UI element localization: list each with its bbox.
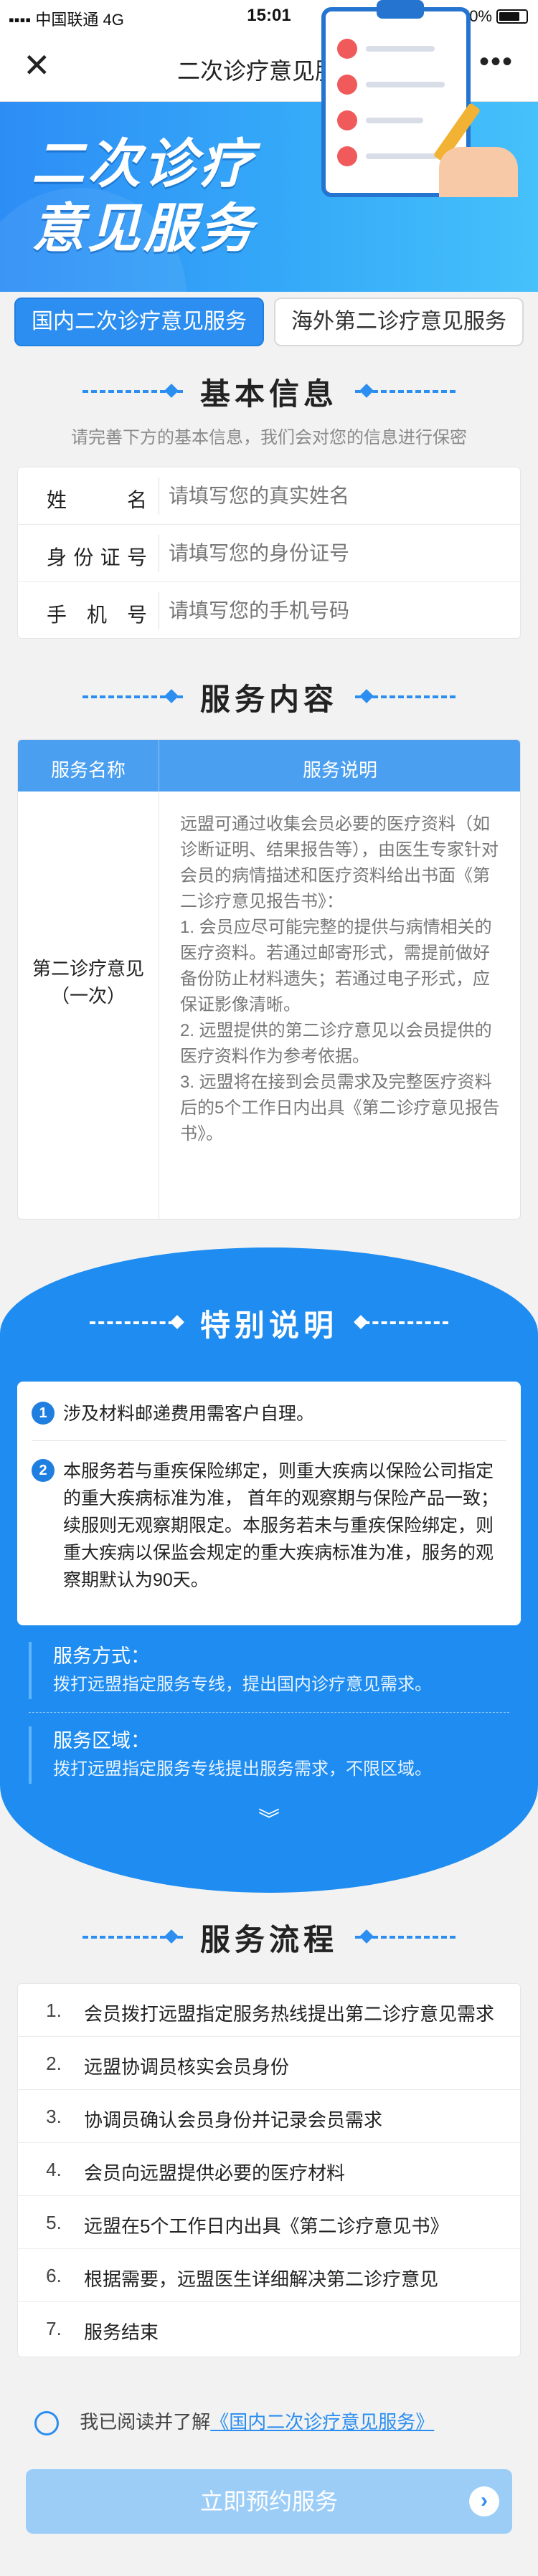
service-content-heading-wrap: 服务内容 <box>0 675 538 719</box>
process-step: 3. 协调员确认会员身份并记录会员需求 <box>18 2090 522 2143</box>
process-step: 5. 远盟在5个工作日内出具《第二诊疗意见书》 <box>18 2196 522 2249</box>
phone-label: 手机号 <box>47 604 147 626</box>
col-service-desc: 服务说明 <box>302 759 377 781</box>
heading-diamond-icon <box>354 1315 368 1329</box>
name-row: 姓名 <box>18 467 522 525</box>
process-step: 7. 服务结束 <box>46 2318 159 2343</box>
clipboard-row <box>337 36 445 63</box>
agreement-prefix: 我已阅读并了解 <box>80 2411 211 2433</box>
service-description: 远盟可通过收集会员必要的医疗资料（如诊断证明、结果报告等），由医生专家针对会员的… <box>180 812 503 1147</box>
basic-info-heading: 基本信息 <box>82 370 456 414</box>
tab-domestic[interactable]: 国内二次诊疗意见服务 <box>14 298 264 346</box>
book-service-label: 立即预约服务 <box>199 2489 338 2514</box>
table-header: 服务名称 服务说明 <box>18 740 520 792</box>
process-heading: 服务流程 <box>82 1916 456 1959</box>
name-label: 姓名 <box>47 489 147 511</box>
service-name-line2: （一次） <box>50 985 126 1007</box>
heading-diamond-icon <box>359 1929 374 1944</box>
agreement-link[interactable]: 《国内二次诊疗意见服务》 <box>210 2411 434 2433</box>
note-number: 2 <box>32 1459 55 1482</box>
process-step: 4. 会员向远盟提供必要的医疗材料 <box>18 2143 522 2196</box>
service-method-desc: 拨打远盟指定服务专线，提出国内诊疗意见需求。 <box>53 1675 432 1694</box>
book-service-button[interactable]: 立即预约服务 › <box>26 2469 512 2534</box>
service-content-heading: 服务内容 <box>82 675 456 719</box>
heading-diamond-icon <box>359 689 374 703</box>
agree-radio[interactable] <box>34 2411 59 2436</box>
banner-title: 二次诊疗 意见服务 <box>32 132 255 261</box>
chevron-down-icon[interactable]: ︾ <box>255 1810 283 1831</box>
service-name-line1: 第二诊疗意见 <box>32 958 144 979</box>
id-row: 身份证号 <box>18 525 522 582</box>
note-item: 1 涉及材料邮递费用需客户自理。 <box>32 1400 508 1427</box>
clipboard-row <box>337 143 445 171</box>
process-step: 2. 远盟协调员核实会员身份 <box>18 2037 522 2090</box>
phone-input[interactable] <box>169 595 506 627</box>
clipboard-row <box>337 108 445 135</box>
service-name: 第二诊疗意见 （一次） <box>18 955 159 1009</box>
basic-info-form: 姓名 身份证号 手机号 <box>17 467 522 640</box>
process-step: 1. 会员拨打远盟指定服务热线提出第二诊疗意见需求 <box>18 1984 522 2037</box>
clipboard-row <box>337 72 445 99</box>
arrow-right-icon: › <box>469 2486 499 2516</box>
note-text: 本服务若与重疾保险绑定，则重大疾病以保险公司指定的重大疾病标准为准， 首年的观察… <box>63 1461 499 1590</box>
process-list: 1. 会员拨打远盟指定服务热线提出第二诊疗意见需求 2. 远盟协调员核实会员身份 3… <box>17 1983 522 2357</box>
service-area-title: 服务区域： <box>53 1730 150 1752</box>
basic-info-heading-wrap: 基本信息 <box>0 370 538 414</box>
hand-illustration <box>439 147 518 197</box>
service-table: 服务名称 服务说明 第二诊疗意见 （一次） 远盟可通过收集会员必要的医疗资料（如… <box>17 739 521 1220</box>
phone-row: 手机号 <box>18 582 522 640</box>
process-step: 6. 根据需要，远盟医生详细解决第二诊疗意见 <box>18 2249 522 2302</box>
heading-diamond-icon <box>359 384 374 398</box>
basic-info-subtitle: 请完善下方的基本信息，我们会对您的信息进行保密 <box>71 428 467 447</box>
service-method: 服务方式： 拨打远盟指定服务专线，提出国内诊疗意见需求。 <box>29 1642 516 1699</box>
name-input[interactable] <box>169 480 506 512</box>
service-area-desc: 拨打远盟指定服务专线提出服务需求，不限区域。 <box>53 1759 432 1779</box>
special-notes-heading-wrap: 特别说明 <box>0 1301 538 1345</box>
service-method-title: 服务方式： <box>53 1645 150 1667</box>
desc-paragraph: 1. 会员应尽可能完整的提供与病情相关的医疗资料。若通过邮寄形式，需提前做好备份… <box>180 918 492 1014</box>
desc-paragraph: 2. 远盟提供的第二诊疗意见以会员提供的医疗资料作为参考依据。 <box>180 1021 492 1066</box>
agreement-row: 我已阅读并了解《国内二次诊疗意见服务》 <box>34 2408 434 2436</box>
process-heading-wrap: 服务流程 <box>0 1916 538 1959</box>
note-item: 2 本服务若与重疾保险绑定，则重大疾病以保险公司指定的重大疾病标准为准， 首年的… <box>32 1458 508 1594</box>
notes-card: 1 涉及材料邮递费用需客户自理。 2 本服务若与重疾保险绑定，则重大疾病以保险公… <box>17 1382 521 1625</box>
note-text: 涉及材料邮递费用需客户自理。 <box>63 1404 315 1424</box>
special-notes-heading: 特别说明 <box>89 1301 449 1345</box>
id-label: 身份证号 <box>47 546 147 569</box>
id-input[interactable] <box>169 538 506 569</box>
desc-paragraph: 3. 远盟将在接到会员需求及完整医疗资料后的5个工作日内出具《第二诊疗意见报告书… <box>180 1073 500 1144</box>
banner-title-line2: 意见服务 <box>32 199 255 258</box>
battery-icon <box>496 9 528 24</box>
note-number: 1 <box>32 1402 55 1425</box>
banner-title-line1: 二次诊疗 <box>32 134 255 194</box>
desc-paragraph: 远盟可通过收集会员必要的医疗资料（如诊断证明、结果报告等），由医生专家针对会员的… <box>180 814 499 911</box>
more-icon[interactable]: ••• <box>479 46 514 78</box>
service-area: 服务区域： 拨打远盟指定服务专线提出服务需求，不限区域。 <box>29 1726 516 1784</box>
service-tabs: 国内二次诊疗意见服务 海外第二诊疗意见服务 <box>0 292 538 355</box>
clipboard-clip <box>377 0 424 19</box>
col-service-name: 服务名称 <box>50 759 126 781</box>
tab-overseas[interactable]: 海外第二诊疗意见服务 <box>274 298 524 346</box>
